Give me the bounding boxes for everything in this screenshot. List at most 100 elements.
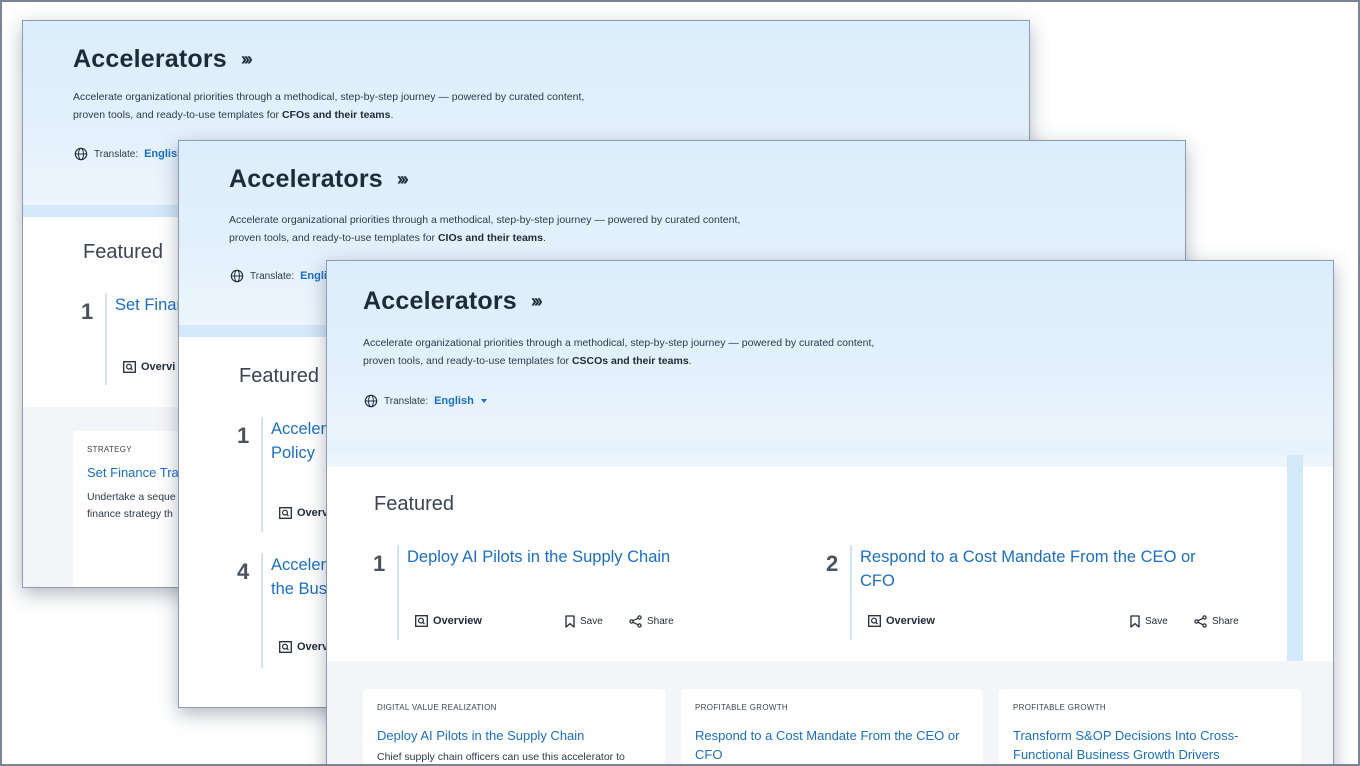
tile-title-link[interactable]: Deploy AI Pilots in the Supply Chain [377,726,642,745]
translate-label: Translate: [384,395,429,407]
overview-button[interactable]: Overvi [123,361,175,373]
overview-label: Overview [886,615,935,627]
featured-divider [850,545,852,640]
translate-label: Translate: [94,148,139,160]
globe-icon [74,147,88,161]
audience-text: CFOs and their teams [281,108,391,121]
share-label: Share [647,616,674,627]
translate-control[interactable]: Translate: Englis [230,269,333,283]
title-row: Accelerators ››› [363,287,543,316]
featured-title-link[interactable]: Acceler the Bus [271,553,327,601]
save-label: Save [1145,616,1168,627]
featured-divider [261,417,263,532]
description-end: . [542,231,546,244]
tile-title-line: CFO [695,747,723,762]
overview-icon [279,641,292,653]
bookmark-icon [565,615,575,628]
page-description: Accelerate organizational priorities thr… [229,212,769,247]
accelerator-tile[interactable]: PROFITABLE GROWTH Respond to a Cost Mand… [681,689,983,766]
translate-label: Translate: [250,270,295,282]
globe-icon [364,394,378,408]
featured-divider [105,293,107,385]
featured-title-link[interactable]: Acceler Policy [271,417,326,465]
share-button[interactable]: Share [629,615,674,628]
featured-panel: Featured 1 Deploy AI Pilots in the Suppl… [327,467,1287,661]
featured-divider [397,545,399,640]
tile-title-line: Deploy AI Pilots in the Supply Chain [377,728,585,743]
save-button[interactable]: Save [565,615,603,628]
overview-button[interactable]: Overv [279,507,328,519]
share-icon [1194,615,1207,628]
description-end: . [688,354,692,367]
save-button[interactable]: Save [1130,615,1168,628]
save-label: Save [580,616,603,627]
page-title: Accelerators [229,165,383,193]
featured-title-link[interactable]: Deploy AI Pilots in the Supply Chain [407,545,670,569]
share-button[interactable]: Share [1194,615,1239,628]
featured-title-line: Acceler [271,420,327,438]
tile-category: PROFITABLE GROWTH [695,703,788,712]
tile-category: STRATEGY [87,445,132,454]
description-end: . [390,108,394,121]
overview-button[interactable]: Overview [868,615,935,627]
featured-number: 1 [81,299,94,324]
bookmark-icon [1130,615,1140,628]
featured-item[interactable]: 2 Respond to a Cost Mandate From the CEO… [826,545,1266,655]
featured-title-line: Respond to a Cost Mandate From the CEO o… [860,548,1196,566]
overview-button[interactable]: Overview [415,615,482,627]
tile-title-link[interactable]: Respond to a Cost Mandate From the CEO o… [695,726,960,764]
featured-divider [261,553,263,668]
overview-label: Overview [433,615,482,627]
accelerator-tile[interactable]: PROFITABLE GROWTH Transform S&OP Decisio… [999,689,1301,766]
overview-icon [279,507,292,519]
featured-title-link[interactable]: Respond to a Cost Mandate From the CEO o… [860,545,1196,593]
tile-title-line: Functional Business Growth Drivers [1013,747,1220,762]
tile-category: PROFITABLE GROWTH [1013,703,1106,712]
featured-item[interactable]: 1 Deploy AI Pilots in the Supply Chain O… [373,545,793,655]
featured-number: 2 [826,551,839,576]
featured-heading: Featured [83,241,164,263]
page-title: Accelerators [363,287,517,315]
language-select[interactable]: English [434,395,474,407]
panel-edge-strip [1287,455,1303,661]
translate-control[interactable]: Translate: English [74,147,184,161]
page-title: Accelerators [73,45,227,73]
featured-title-line: Deploy AI Pilots in the Supply Chain [407,548,671,566]
page-description: Accelerate organizational priorities thr… [363,335,903,370]
featured-number: 1 [237,423,250,448]
overview-icon [123,361,136,373]
caret-down-icon[interactable] [480,399,487,403]
share-label: Share [1212,616,1239,627]
tile-title-line: Transform S&OP Decisions Into Cross- [1013,728,1239,743]
title-row: Accelerators ››› [73,45,253,74]
accelerator-tile[interactable]: DIGITAL VALUE REALIZATION Deploy AI Pilo… [363,689,665,766]
chevrons-right-icon: ››› [396,169,409,189]
audience-text: CSCOs and their teams [571,354,689,367]
chevrons-right-icon: ››› [530,291,543,311]
featured-title-line: CFO [860,572,895,590]
overview-label: Overvi [141,361,176,373]
featured-heading: Featured [239,365,320,387]
featured-heading: Featured [374,493,455,515]
overview-label: Overv [297,507,329,519]
overview-icon [868,615,881,627]
translate-control[interactable]: Translate: English [364,394,487,408]
featured-number: 4 [237,559,250,584]
audience-text: CIOs and their teams [437,231,543,244]
tile-title-link[interactable]: Transform S&OP Decisions Into Cross- Fun… [1013,726,1278,764]
hero-strip [327,441,1333,455]
page-description: Accelerate organizational priorities thr… [73,89,613,124]
featured-title-line: Acceler [271,556,327,574]
title-row: Accelerators ››› [229,165,409,194]
featured-title-link[interactable]: Set Finan [115,293,186,317]
overview-icon [415,615,428,627]
accelerators-page-csco: Accelerators ››› Accelerate organization… [326,260,1334,766]
featured-title-line: the Bus [271,580,327,598]
share-icon [629,615,642,628]
tile-title-line: Respond to a Cost Mandate From the CEO o… [695,728,960,743]
globe-icon [230,269,244,283]
overview-label: Overv [297,641,329,653]
overview-button[interactable]: Overv [279,641,328,653]
chevrons-right-icon: ››› [240,49,253,69]
tile-description: Chief supply chain officers can use this… [377,751,625,763]
